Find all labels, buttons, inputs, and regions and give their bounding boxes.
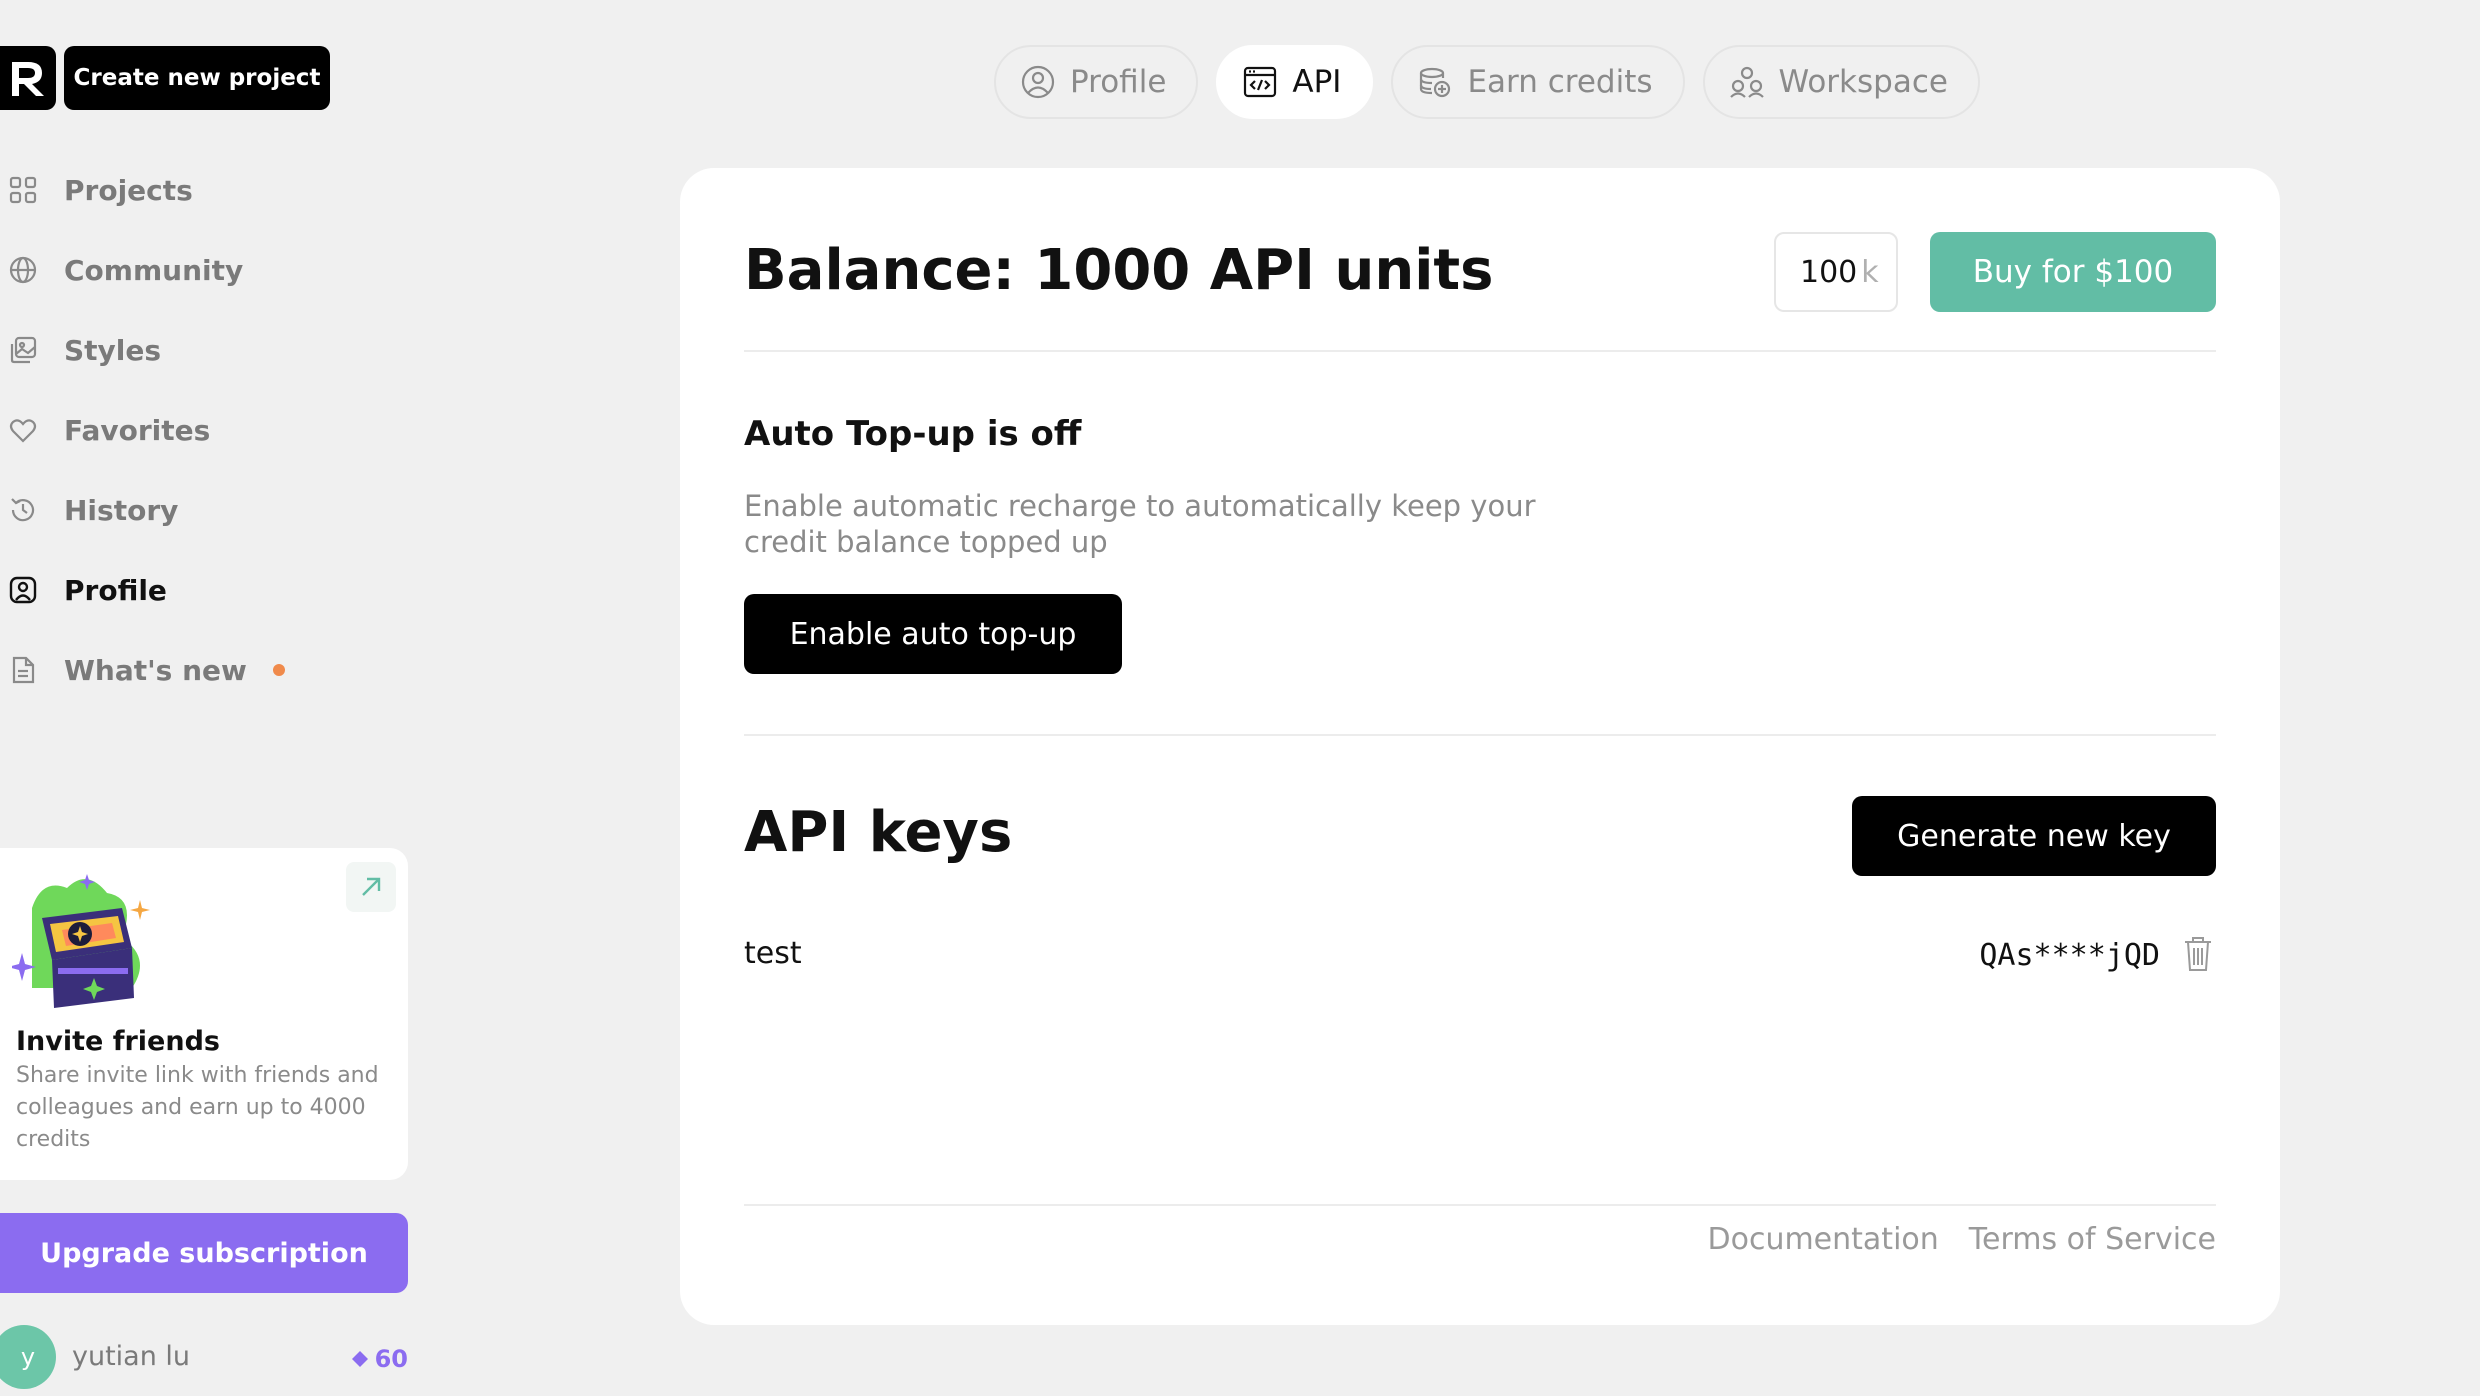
api-key-masked: QAs****jQD	[1979, 938, 2160, 973]
history-icon	[0, 495, 64, 525]
buy-units-button[interactable]: Buy for $100	[1930, 232, 2216, 312]
profile-icon	[1021, 65, 1055, 99]
documentation-link[interactable]: Documentation	[1708, 1222, 1939, 1257]
credits-badge: 60	[351, 1345, 408, 1373]
units-amount-input[interactable]: 100 k	[1774, 232, 1898, 312]
sidebar-nav: Projects Community Styles Favorites Hist…	[0, 150, 400, 710]
sidebar-item-label: Profile	[64, 573, 167, 607]
upgrade-subscription-button[interactable]: Upgrade subscription	[0, 1213, 408, 1293]
tab-earn-credits[interactable]: Earn credits	[1391, 45, 1685, 119]
tab-label: API	[1292, 64, 1342, 100]
globe-icon	[0, 255, 64, 285]
code-window-icon	[1244, 66, 1277, 98]
create-new-project-button[interactable]: Create new project	[64, 46, 330, 110]
sidebar-item-favorites[interactable]: Favorites	[0, 390, 400, 470]
settings-tabs: Profile API Earn credits Workspace	[994, 45, 1980, 119]
tab-api[interactable]: API	[1216, 45, 1374, 119]
app-logo[interactable]	[0, 46, 56, 110]
sidebar-item-projects[interactable]: Projects	[0, 150, 400, 230]
sidebar-item-label: History	[64, 493, 179, 527]
sidebar-item-label: Styles	[64, 333, 162, 367]
sidebar-item-label: Projects	[64, 173, 193, 207]
enable-auto-topup-button[interactable]: Enable auto top-up	[744, 594, 1122, 674]
treasure-chest-icon	[12, 874, 150, 1008]
new-indicator-dot	[272, 664, 285, 676]
sidebar-item-label: Favorites	[64, 413, 211, 447]
invite-friends-card[interactable]: Invite friends Share invite link with fr…	[0, 848, 408, 1180]
section-divider	[744, 350, 2216, 352]
api-key-row: test QAs****jQD	[744, 930, 2216, 980]
document-icon	[0, 655, 64, 685]
sidebar-item-community[interactable]: Community	[0, 230, 400, 310]
avatar[interactable]: y	[0, 1325, 56, 1389]
tab-label: Earn credits	[1467, 64, 1653, 100]
api-key-name: test	[744, 936, 802, 971]
section-divider	[744, 734, 2216, 736]
footer-divider	[744, 1204, 2216, 1206]
tab-label: Workspace	[1778, 64, 1948, 100]
units-value: 100	[1800, 254, 1858, 290]
sidebar-item-label: Community	[64, 253, 244, 287]
sidebar-item-history[interactable]: History	[0, 470, 400, 550]
user-name: yutian lu	[72, 1341, 191, 1372]
tab-profile[interactable]: Profile	[994, 45, 1199, 119]
tab-label: Profile	[1070, 64, 1167, 100]
user-account-row[interactable]: y yutian lu 60	[0, 1325, 408, 1389]
auto-topup-title: Auto Top-up is off	[744, 414, 1082, 454]
terms-of-service-link[interactable]: Terms of Service	[1969, 1222, 2216, 1257]
coins-icon	[1420, 67, 1451, 98]
sidebar-item-profile[interactable]: Profile	[0, 550, 400, 630]
units-suffix: k	[1861, 254, 1879, 290]
heart-icon	[0, 415, 64, 445]
arrow-up-right-icon[interactable]	[346, 862, 396, 912]
styles-icon	[0, 335, 64, 365]
invite-title: Invite friends	[16, 1026, 220, 1057]
tab-workspace[interactable]: Workspace	[1702, 45, 1980, 119]
api-keys-title: API keys	[744, 800, 1013, 865]
sidebar-item-styles[interactable]: Styles	[0, 310, 400, 390]
api-settings-card: Balance: 1000 API units 100 k Buy for $1…	[680, 168, 2280, 1325]
trash-icon[interactable]	[2180, 934, 2216, 978]
invite-description: Share invite link with friends and colle…	[16, 1063, 379, 1152]
footer-links: Documentation Terms of Service	[1708, 1222, 2217, 1257]
sidebar-item-label: What's new	[64, 653, 247, 687]
generate-new-key-button[interactable]: Generate new key	[1852, 796, 2216, 876]
credits-count: 60	[374, 1345, 408, 1373]
balance-title: Balance: 1000 API units	[744, 238, 1494, 303]
auto-topup-description: Enable automatic recharge to automatical…	[744, 489, 1536, 559]
sidebar-item-whats-new[interactable]: What's new	[0, 630, 400, 710]
team-icon	[1729, 66, 1764, 98]
logo-icon	[12, 62, 44, 96]
profile-icon	[0, 575, 64, 605]
grid-icon	[0, 175, 64, 205]
diamond-icon	[351, 1351, 368, 1367]
